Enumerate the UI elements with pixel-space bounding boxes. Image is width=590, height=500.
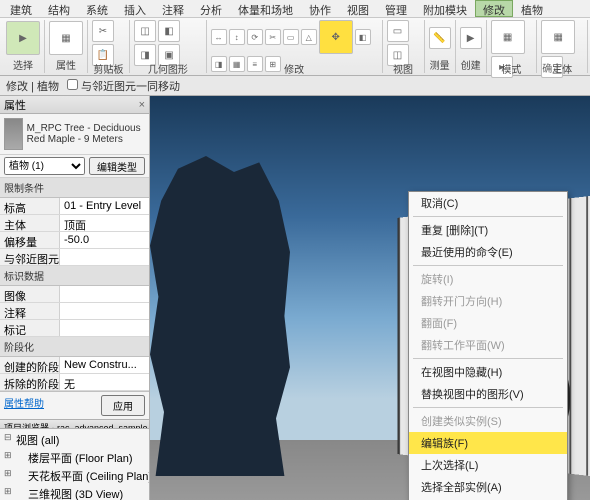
ribbon-button[interactable]: ✥ xyxy=(319,20,353,54)
menu-附加模块[interactable]: 附加模块 xyxy=(415,0,475,17)
context-menu-item[interactable]: 最近使用的命令(E) xyxy=(409,241,567,263)
tree-node[interactable]: 三维视图 (3D View) xyxy=(2,485,147,500)
ribbon-button[interactable]: △ xyxy=(301,29,317,45)
ribbon-button[interactable]: ◫ xyxy=(134,20,156,42)
close-icon[interactable]: × xyxy=(139,99,145,111)
ribbon-group-label: 几何图形 xyxy=(148,60,188,77)
ribbon-button[interactable]: ✂ xyxy=(265,29,281,45)
context-menu-item[interactable]: 重复 [删除](T) xyxy=(409,219,567,241)
ribbon-button[interactable]: ◧ xyxy=(158,20,180,42)
prop-value[interactable] xyxy=(60,303,149,319)
3d-viewport[interactable]: 取消(C)重复 [删除](T)最近使用的命令(E)旋转(I)翻转开门方向(H)翻… xyxy=(150,96,590,500)
section-phasing: 阶段化 xyxy=(0,337,149,357)
ribbon-button[interactable]: ▶ xyxy=(6,21,40,55)
ribbon-button[interactable]: ⊞ xyxy=(265,56,281,72)
ribbon-button[interactable]: ◨ xyxy=(211,56,227,72)
context-menu-item: 旋转(I) xyxy=(409,268,567,290)
prop-value[interactable] xyxy=(60,249,149,265)
ribbon-button[interactable]: ▦ xyxy=(49,21,83,55)
ribbon-button[interactable]: ↔ xyxy=(211,29,227,45)
context-menu: 取消(C)重复 [删除](T)最近使用的命令(E)旋转(I)翻转开门方向(H)翻… xyxy=(408,191,568,500)
prop-key: 标高 xyxy=(0,198,60,214)
family-name: M_RPC Tree - Deciduous Red Maple - 9 Met… xyxy=(27,123,145,145)
edit-type-button[interactable]: 编辑类型 xyxy=(89,157,145,175)
ribbon-group-label: 属性 xyxy=(56,56,76,73)
section-constraints: 限制条件 xyxy=(0,178,149,198)
context-menu-item[interactable]: 编辑族(F) xyxy=(409,432,567,454)
ribbon-button[interactable]: ✂ xyxy=(92,20,114,42)
optbar-check[interactable]: 与邻近图元一同移动 xyxy=(67,78,180,94)
prop-value[interactable] xyxy=(60,320,149,336)
prop-value[interactable]: -50.0 xyxy=(60,232,149,248)
prop-key: 与邻近图元一同... xyxy=(0,249,60,265)
apply-button[interactable]: 应用 xyxy=(101,395,145,416)
menu-系统[interactable]: 系统 xyxy=(78,0,116,17)
ribbon-button[interactable]: ▭ xyxy=(283,29,299,45)
ribbon-group-label: 剪贴板 xyxy=(94,60,124,77)
ribbon-button[interactable]: ◧ xyxy=(355,29,371,45)
context-menu-item: 翻面(F) xyxy=(409,312,567,334)
ribbon-button[interactable]: ▦ xyxy=(229,56,245,72)
menu-体量和场地[interactable]: 体量和场地 xyxy=(230,0,301,17)
ribbon-button[interactable]: ≡ xyxy=(247,56,263,72)
context-menu-item[interactable]: 替换视图中的图形(V) xyxy=(409,383,567,405)
prop-value[interactable]: New Constru... xyxy=(60,357,149,373)
context-menu-item: 翻转工作平面(W) xyxy=(409,334,567,356)
prop-key: 图像 xyxy=(0,286,60,302)
menu-注释[interactable]: 注释 xyxy=(154,0,192,17)
prop-key: 注释 xyxy=(0,303,60,319)
prop-key: 标记 xyxy=(0,320,60,336)
menu-分析[interactable]: 分析 xyxy=(192,0,230,17)
menu-协作[interactable]: 协作 xyxy=(301,0,339,17)
ribbon-button[interactable]: ▶ xyxy=(460,27,482,49)
ribbon-button[interactable]: ⟳ xyxy=(247,29,263,45)
menu-插入[interactable]: 插入 xyxy=(116,0,154,17)
prop-value[interactable] xyxy=(60,286,149,302)
prop-key: 创建的阶段 xyxy=(0,357,60,373)
ribbon-button[interactable]: ▦ xyxy=(541,20,575,54)
menu-结构[interactable]: 结构 xyxy=(40,0,78,17)
prop-value[interactable]: 01 - Entry Level xyxy=(60,198,149,214)
tree-node[interactable]: 楼层平面 (Floor Plan) xyxy=(2,449,147,467)
ribbon-group-label: 主体 xyxy=(552,60,572,77)
props-title: 属性 xyxy=(4,97,26,113)
context-menu-item: 创建类似实例(S) xyxy=(409,410,567,432)
ribbon-button[interactable]: ▭ xyxy=(387,20,409,42)
context-menu-item[interactable]: 选择全部实例(A) xyxy=(409,476,567,498)
section-identity: 标识数据 xyxy=(0,266,149,286)
props-help-link[interactable]: 属性帮助 xyxy=(4,395,44,416)
ribbon-button[interactable]: ↕ xyxy=(229,29,245,45)
optbar-context: 修改 | 植物 xyxy=(6,78,59,94)
ribbon-button[interactable]: ▦ xyxy=(491,20,525,54)
prop-value[interactable]: 无 xyxy=(60,374,149,390)
menu-建筑[interactable]: 建筑 xyxy=(2,0,40,17)
ribbon-group-label: 创建 xyxy=(461,56,481,73)
context-menu-item: 翻转开门方向(H) xyxy=(409,290,567,312)
ribbon-group-label: 修改 xyxy=(284,60,304,77)
menu-修改[interactable]: 修改 xyxy=(475,0,513,17)
ribbon-button[interactable]: 📏 xyxy=(429,27,451,49)
context-menu-item[interactable]: 在视图中隐藏(H) xyxy=(409,361,567,383)
ribbon-group-label: 测量 xyxy=(430,56,450,73)
prop-key: 主体 xyxy=(0,215,60,231)
menu-视图[interactable]: 视图 xyxy=(339,0,377,17)
type-selector[interactable]: 植物 (1) xyxy=(4,157,85,175)
ribbon-group-label: 选择 xyxy=(13,56,33,73)
browser-header: 项目浏览器 - rac_advanced_sample_... xyxy=(0,419,149,429)
context-menu-item[interactable]: 上次选择(L) xyxy=(409,454,567,476)
tree-node[interactable]: 天花板平面 (Ceiling Plan) xyxy=(2,467,147,485)
tree-root[interactable]: 视图 (all) xyxy=(2,431,147,449)
menu-植物[interactable]: 植物 xyxy=(513,0,551,17)
menu-管理[interactable]: 管理 xyxy=(377,0,415,17)
ribbon-group-label: 视图 xyxy=(393,60,413,77)
prop-value[interactable]: 顶面 xyxy=(60,215,149,231)
context-menu-item[interactable]: 取消(C) xyxy=(409,192,567,214)
ribbon-group-label: 模式 xyxy=(501,60,521,77)
prop-key: 偏移量 xyxy=(0,232,60,248)
selected-tree[interactable] xyxy=(150,156,290,476)
prop-key: 拆除的阶段 xyxy=(0,374,60,390)
family-thumb xyxy=(4,118,23,150)
